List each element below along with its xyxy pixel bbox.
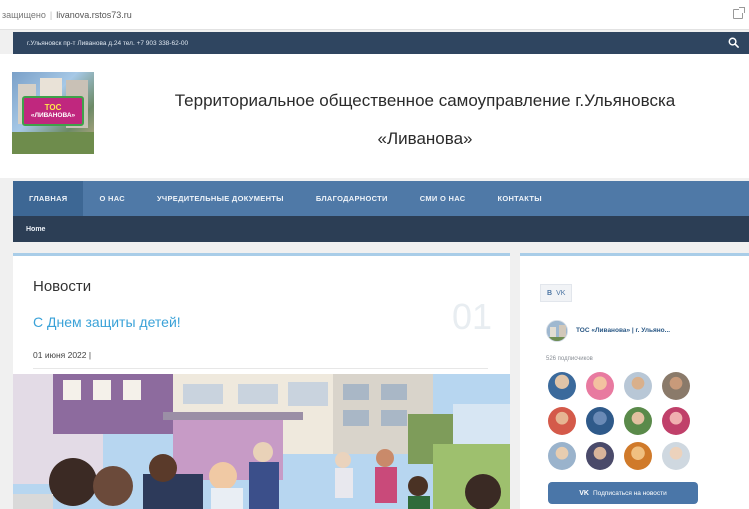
- vk-subscribe-button[interactable]: VK Подписаться на новости: [548, 482, 698, 504]
- breadcrumb: Home: [13, 216, 749, 242]
- url-text[interactable]: livanova.rstos73.ru: [56, 10, 132, 20]
- vk-tab-label: VK: [556, 289, 566, 297]
- post-photo[interactable]: [13, 374, 510, 509]
- subscriber-avatar[interactable]: [662, 372, 690, 400]
- subscriber-avatar[interactable]: [548, 407, 576, 435]
- subscriber-avatar[interactable]: [662, 442, 690, 470]
- news-heading: Новости: [33, 278, 92, 295]
- news-section: Новости 01 С Днем защиты детей! 01 июня …: [13, 253, 510, 509]
- vk-tab-icon: B: [547, 289, 553, 297]
- post-number: 01: [451, 296, 492, 337]
- post-photo-illustration: [13, 374, 510, 509]
- nav-item-about[interactable]: О НАС: [83, 181, 140, 216]
- share-icon[interactable]: [733, 7, 745, 19]
- nav-item-media[interactable]: СМИ О НАС: [404, 181, 482, 216]
- vk-avatar-image: [547, 321, 567, 341]
- subscriber-avatar[interactable]: [624, 407, 652, 435]
- main-navigation: ГЛАВНАЯ О НАС УЧРЕДИТЕЛЬНЫЕ ДОКУМЕНТЫ БЛ…: [13, 181, 749, 216]
- nav-item-documents[interactable]: УЧРЕДИТЕЛЬНЫЕ ДОКУМЕНТЫ: [141, 181, 300, 216]
- logo-text-line2: «ЛИВАНОВА»: [30, 111, 76, 119]
- page: защищено | livanova.rstos73.ru г.Ульянов…: [0, 0, 749, 509]
- logo-building: [40, 78, 62, 96]
- vk-group-name[interactable]: ТОС «Ливанова» | г. Ульяно...: [576, 327, 670, 334]
- logo-ground: [12, 132, 94, 154]
- site-title-line1: Территориальное общественное самоуправле…: [174, 91, 676, 110]
- vk-subscriber-count: 526 подписчиков: [546, 356, 593, 362]
- vk-subscribe-label: Подписаться на новости: [592, 489, 667, 497]
- vk-widget-tab[interactable]: B VK: [540, 284, 573, 302]
- post-title-link[interactable]: С Днем защиты детей!: [33, 314, 181, 330]
- site-header: ТОС «ЛИВАНОВА» Территориальное обществен…: [0, 54, 749, 178]
- subscriber-avatar[interactable]: [548, 442, 576, 470]
- top-info-bar: г.Ульяновск пр-т Ливанова д.24 тел. +7 9…: [13, 32, 749, 54]
- subscriber-avatar[interactable]: [662, 407, 690, 435]
- subscriber-avatar[interactable]: [586, 407, 614, 435]
- subscriber-avatar[interactable]: [624, 442, 652, 470]
- sidebar: B VK ТОС «Ливанова» | г. Ульяно... 526 п…: [520, 253, 749, 509]
- vk-logo-icon: VK: [579, 489, 589, 497]
- nav-item-thanks[interactable]: БЛАГОДАРНОСТИ: [300, 181, 404, 216]
- vk-group-avatar[interactable]: [546, 320, 568, 342]
- search-icon[interactable]: [728, 37, 739, 48]
- logo-text-line1: ТОС: [44, 102, 62, 112]
- vk-group-widget: ТОС «Ливанова» | г. Ульяно... 526 подпис…: [540, 314, 700, 504]
- address-separator: |: [49, 9, 53, 20]
- browser-address-bar[interactable]: защищено | livanova.rstos73.ru: [0, 0, 749, 30]
- breadcrumb-home[interactable]: Home: [26, 226, 45, 233]
- site-title-line2: «Ливанова»: [377, 129, 473, 148]
- subscriber-avatar[interactable]: [548, 372, 576, 400]
- nav-item-contacts[interactable]: КОНТАКТЫ: [481, 181, 557, 216]
- subscriber-avatar[interactable]: [586, 372, 614, 400]
- security-label: защищено: [2, 9, 46, 20]
- nav-item-home[interactable]: ГЛАВНАЯ: [13, 181, 84, 216]
- vk-subscriber-avatars: [548, 372, 698, 470]
- logo-badge: ТОС «ЛИВАНОВА»: [22, 96, 84, 126]
- contact-info: г.Ульяновск пр-т Ливанова д.24 тел. +7 9…: [27, 39, 189, 47]
- post-date: 01 июня 2022 |: [33, 350, 92, 360]
- divider: [33, 368, 488, 369]
- site-title: Территориальное общественное самоуправле…: [100, 82, 749, 158]
- subscriber-avatar[interactable]: [624, 372, 652, 400]
- subscriber-avatar[interactable]: [586, 442, 614, 470]
- site-logo[interactable]: ТОС «ЛИВАНОВА»: [12, 72, 94, 154]
